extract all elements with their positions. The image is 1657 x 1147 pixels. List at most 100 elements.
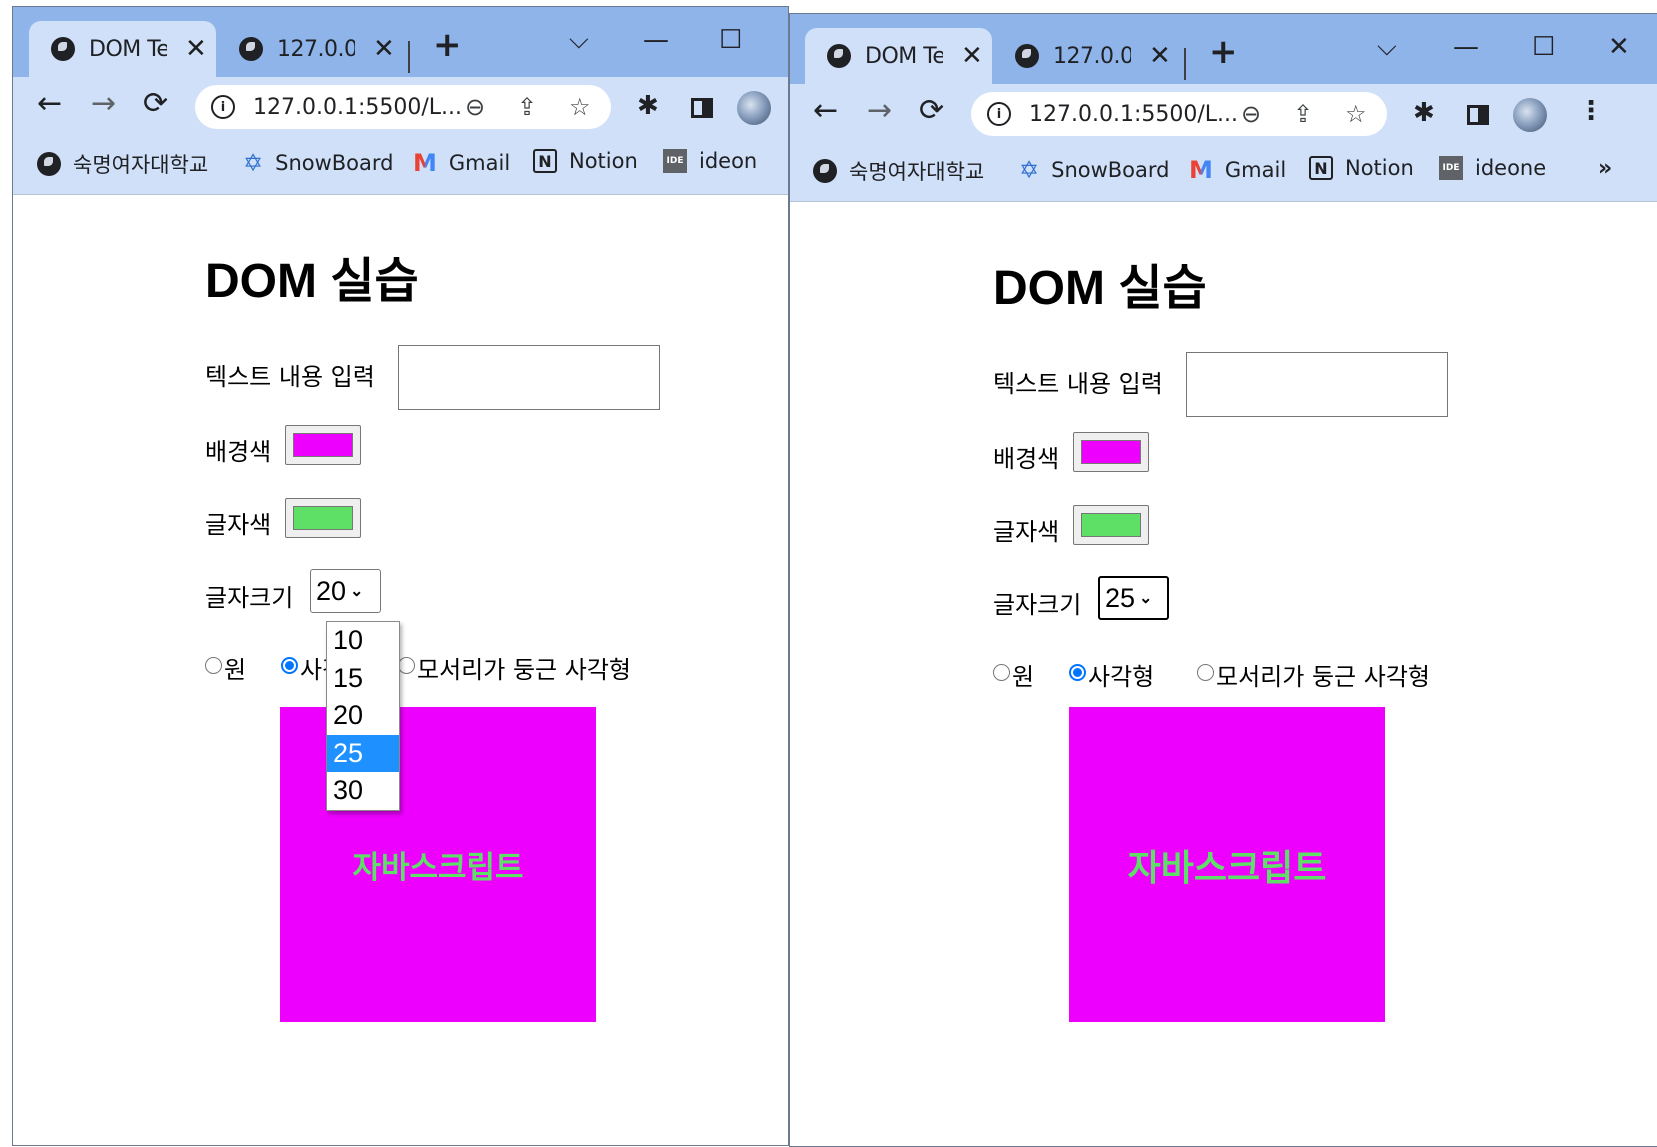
globe-icon xyxy=(813,159,837,183)
font-size-dropdown[interactable]: 10 15 20 25 30 xyxy=(326,621,400,811)
radio-circle[interactable] xyxy=(205,657,222,674)
bookmark-label: 숙명여자대학교 xyxy=(73,153,209,177)
option-30[interactable]: 30 xyxy=(327,772,399,810)
minimize-button[interactable]: — xyxy=(643,25,669,55)
close-icon[interactable]: ✕ xyxy=(373,34,395,64)
radio-rect[interactable] xyxy=(281,657,298,674)
snowboard-icon: ✡ xyxy=(243,149,264,177)
radio-rect-label: 사각형 xyxy=(1088,663,1155,691)
back-icon[interactable]: ← xyxy=(813,96,838,126)
bg-color-picker[interactable] xyxy=(1073,432,1149,472)
tab-title: 127.0.0.1 xyxy=(277,36,355,62)
extension-icon[interactable]: ✱ xyxy=(1413,98,1435,128)
reload-icon[interactable]: ⟳ xyxy=(143,89,168,119)
bookmark-snowboard[interactable]: ✡ SnowBoard xyxy=(243,149,394,177)
share-icon[interactable]: ⇪ xyxy=(1293,100,1313,128)
bookmark-label: SnowBoard xyxy=(1051,158,1170,182)
browser-window-right: DOM Te ✕ 127.0.0.1 ✕ + ⌵ — ☐ ✕ ← → ⟳ i 1… xyxy=(789,13,1657,1147)
tab-separator xyxy=(408,41,410,73)
zoom-icon[interactable]: ⊖ xyxy=(465,93,485,121)
option-15[interactable]: 15 xyxy=(327,660,399,698)
browser-window-left: DOM Te ✕ 127.0.0.1 ✕ + ⌵ — ☐ ← → ⟳ i 127… xyxy=(12,6,789,1146)
share-icon[interactable]: ⇪ xyxy=(517,93,537,121)
radio-round-rect-label: 모서리가 둥근 사각형 xyxy=(1216,663,1430,691)
radio-round-rect-label: 모서리가 둥근 사각형 xyxy=(417,656,631,684)
font-size-select[interactable]: 20 ⌄ xyxy=(310,569,381,613)
reload-icon[interactable]: ⟳ xyxy=(919,96,944,126)
radio-rect[interactable] xyxy=(1069,664,1086,681)
bookmark-notion[interactable]: N Notion xyxy=(533,149,638,173)
bookmark-snowboard[interactable]: ✡ SnowBoard xyxy=(1019,156,1170,184)
font-size-select[interactable]: 25 ⌄ xyxy=(1098,576,1169,620)
bookmark-sookmyung[interactable]: 숙명여자대학교 xyxy=(37,149,208,179)
ideone-icon: IDE xyxy=(1439,156,1463,180)
new-tab-button[interactable]: + xyxy=(1209,32,1238,72)
minimize-button[interactable]: — xyxy=(1453,32,1479,62)
close-window-button[interactable]: ✕ xyxy=(1608,32,1630,62)
side-panel-icon[interactable] xyxy=(1467,105,1489,125)
notion-icon: N xyxy=(1309,156,1333,180)
bookmark-notion[interactable]: N Notion xyxy=(1309,156,1414,180)
fg-color-picker[interactable] xyxy=(1073,505,1149,545)
option-25[interactable]: 25 xyxy=(327,734,399,772)
address-bar[interactable]: i 127.0.0.1:5500/L... ⊖ ⇪ ☆ xyxy=(971,92,1387,136)
text-input[interactable] xyxy=(398,345,660,410)
bookmark-gmail[interactable]: M Gmail xyxy=(413,149,510,177)
globe-icon xyxy=(51,37,75,61)
zoom-icon[interactable]: ⊖ xyxy=(1241,100,1261,128)
tab-search-icon[interactable]: ⌵ xyxy=(1377,32,1397,63)
info-icon[interactable]: i xyxy=(211,95,235,119)
bookmark-ideone[interactable]: IDE ideone xyxy=(1439,156,1546,180)
bookmarks-bar: 숙명여자대학교 ✡ SnowBoard M Gmail N Notion IDE… xyxy=(790,139,1657,202)
fg-color-picker[interactable] xyxy=(285,498,361,538)
tab-dom-test[interactable]: DOM Te ✕ xyxy=(805,28,992,84)
radio-round-rect[interactable] xyxy=(1197,664,1214,681)
forward-icon[interactable]: → xyxy=(867,96,892,126)
bookmark-ideone[interactable]: IDE ideon xyxy=(663,149,757,173)
chevron-down-icon: ⌄ xyxy=(350,583,364,600)
tab-search-icon[interactable]: ⌵ xyxy=(569,25,589,56)
bookmark-label: Gmail xyxy=(448,151,511,175)
info-icon[interactable]: i xyxy=(987,102,1011,126)
bookmark-label: SnowBoard xyxy=(275,151,394,175)
shape-box: 자바스크립트 xyxy=(1069,707,1385,1022)
maximize-button[interactable]: ☐ xyxy=(1532,32,1555,62)
maximize-button[interactable]: ☐ xyxy=(719,25,742,55)
gmail-icon: M xyxy=(1189,156,1213,184)
text-input-label: 텍스트 내용 입력 xyxy=(993,370,1163,398)
radio-round-rect[interactable] xyxy=(398,657,415,674)
star-icon[interactable]: ☆ xyxy=(1345,100,1367,128)
tab-dom-test[interactable]: DOM Te ✕ xyxy=(29,21,216,77)
shape-text: 자바스크립트 xyxy=(352,850,524,886)
back-icon[interactable]: ← xyxy=(37,89,62,119)
option-20[interactable]: 20 xyxy=(327,697,399,735)
chevron-down-icon: ⌄ xyxy=(1139,590,1153,607)
bookmarks-overflow-icon[interactable]: » xyxy=(1598,156,1612,181)
new-tab-button[interactable]: + xyxy=(433,25,462,65)
font-size-label: 글자크기 xyxy=(993,591,1082,619)
address-bar[interactable]: i 127.0.0.1:5500/L... ⊖ ⇪ ☆ xyxy=(195,85,611,129)
close-icon[interactable]: ✕ xyxy=(185,34,207,64)
menu-icon[interactable]: ⋮ xyxy=(1578,96,1604,126)
extension-icon[interactable]: ✱ xyxy=(637,91,659,121)
bookmark-sookmyung[interactable]: 숙명여자대학교 xyxy=(813,156,984,186)
option-10[interactable]: 10 xyxy=(327,622,399,660)
profile-avatar[interactable] xyxy=(1513,98,1547,132)
forward-icon[interactable]: → xyxy=(91,89,116,119)
bg-color-picker[interactable] xyxy=(285,425,361,465)
tab-localhost[interactable]: 127.0.0.1 ✕ xyxy=(217,21,401,77)
side-panel-icon[interactable] xyxy=(691,98,713,118)
shape-text: 자바스크립트 xyxy=(1127,847,1327,889)
text-input[interactable] xyxy=(1186,352,1448,417)
tab-localhost[interactable]: 127.0.0.1 ✕ xyxy=(993,28,1177,84)
gmail-icon: M xyxy=(413,149,437,177)
bg-color-label: 배경색 xyxy=(993,445,1060,473)
profile-avatar[interactable] xyxy=(737,91,771,125)
select-value: 25 xyxy=(1105,582,1136,613)
star-icon[interactable]: ☆ xyxy=(569,93,591,121)
bookmark-gmail[interactable]: M Gmail xyxy=(1189,156,1286,184)
close-icon[interactable]: ✕ xyxy=(961,41,983,71)
radio-circle[interactable] xyxy=(993,664,1010,681)
bookmark-label: ideon xyxy=(699,149,758,173)
close-icon[interactable]: ✕ xyxy=(1149,41,1171,71)
